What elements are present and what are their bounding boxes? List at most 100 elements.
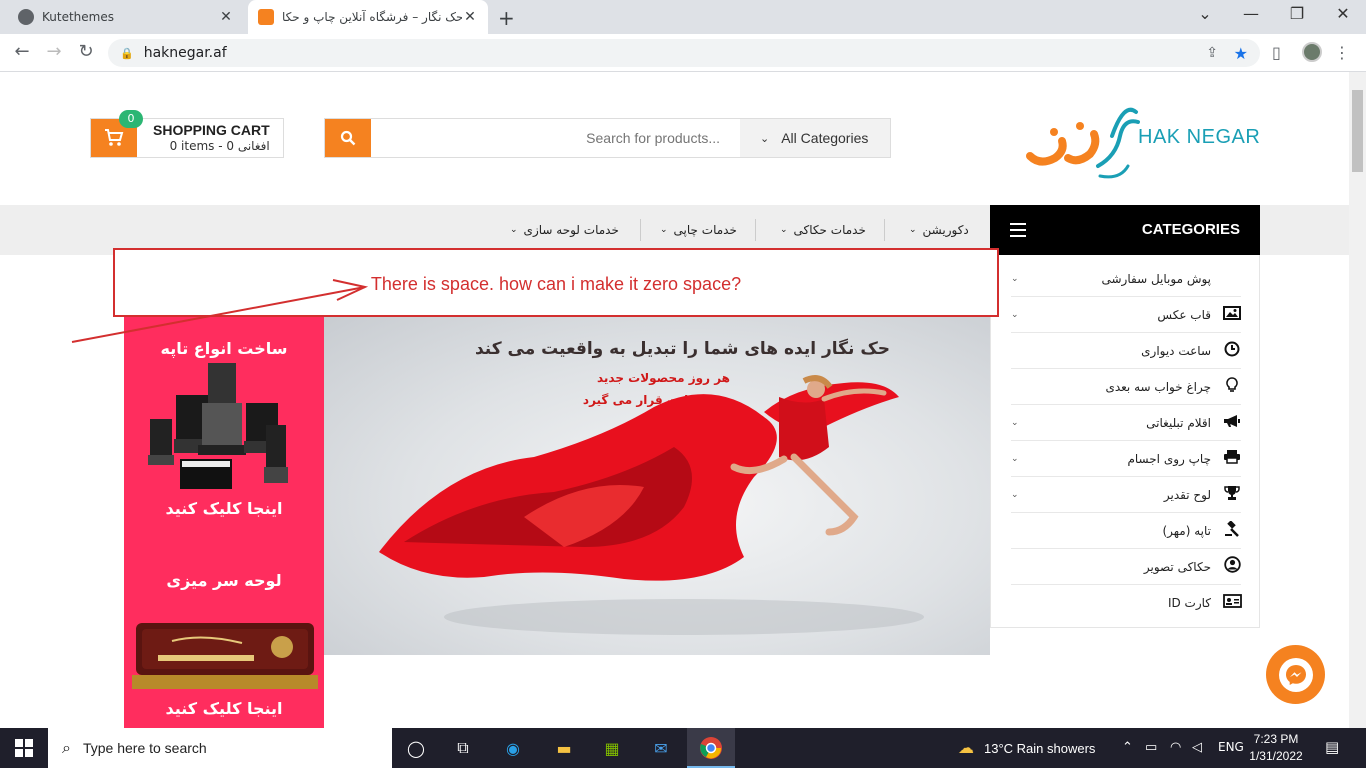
restore-button[interactable]: ❐ xyxy=(1274,4,1320,23)
taskbar-search-placeholder: Type here to search xyxy=(82,740,207,756)
clock-icon xyxy=(1223,341,1241,361)
banner-cta-2[interactable]: اینجا کلیک کنید xyxy=(124,699,324,718)
start-button[interactable] xyxy=(0,728,48,768)
tab-haknegar[interactable]: حک نگار – فرشگاه آنلاین چاپ و حکا ✕ xyxy=(248,0,488,34)
notification-icon[interactable]: ▤ xyxy=(1325,738,1339,756)
browser-tab-strip: Kutethemes ✕ حک نگار – فرشگاه آنلاین چاپ… xyxy=(0,0,1366,34)
store-icon[interactable]: ▦ xyxy=(599,736,625,760)
chevron-down-icon: ⌄ xyxy=(909,225,917,235)
cortana-icon[interactable]: ◯ xyxy=(403,736,429,760)
chevron-down-icon: ⌄ xyxy=(1011,453,1019,464)
category-label: چاپ روی اجسام xyxy=(1127,451,1211,466)
tab-title: حک نگار – فرشگاه آنلاین چاپ و حکا xyxy=(282,10,462,24)
banner-title-stamps: ساخت انواع تاپه xyxy=(160,339,288,358)
forward-button[interactable]: → xyxy=(42,41,66,62)
category-label: لوح تقدیر xyxy=(1163,487,1211,502)
category-item[interactable]: تاپه (مهر) xyxy=(1011,513,1241,549)
weather-widget[interactable]: ☁ 13°C Rain showers xyxy=(958,728,1095,768)
chevron-down-icon: ⌄ xyxy=(760,132,770,145)
categories-title: CATEGORIES xyxy=(1141,221,1240,238)
banner-title-plaque: لوحه سر میزی xyxy=(166,571,282,590)
wifi-icon[interactable]: ◠ xyxy=(1170,740,1181,755)
banner-cta-1[interactable]: اینجا کلیک کنید xyxy=(124,499,324,518)
chevron-down-icon[interactable]: ⌄ xyxy=(1182,4,1228,23)
search-input[interactable] xyxy=(371,119,740,157)
category-item[interactable]: ساعت دیواری xyxy=(1011,333,1241,369)
share-icon[interactable]: ⇪ xyxy=(1206,45,1218,61)
category-select[interactable]: ⌄ All Categories xyxy=(740,119,890,157)
hamburger-icon xyxy=(1010,223,1026,241)
logo-text: HAK NEGAR xyxy=(1138,126,1261,148)
categories-toggle[interactable]: CATEGORIES xyxy=(990,205,1260,255)
menu-divider xyxy=(755,219,756,241)
messenger-icon xyxy=(1278,657,1313,692)
category-label: اقلام تبلیغاتی xyxy=(1146,415,1211,430)
tab-title: Kutethemes xyxy=(42,10,114,24)
category-item[interactable]: چراغ خواب سه بعدی xyxy=(1011,369,1241,405)
language-indicator[interactable]: ENG xyxy=(1218,740,1244,754)
site-logo[interactable]: HAK NEGAR xyxy=(1020,96,1262,182)
mail-icon[interactable]: ✉ xyxy=(648,736,674,760)
hero-slider[interactable]: حک نگار ایده های شما را تبدیل به واقعیت … xyxy=(324,317,990,655)
messenger-chat-button[interactable] xyxy=(1266,645,1325,704)
chevron-up-icon[interactable]: ⌃ xyxy=(1122,740,1133,755)
side-panel-icon[interactable]: ▯ xyxy=(1272,43,1281,62)
printer-icon xyxy=(1223,449,1241,468)
category-item[interactable]: ⌄ پوش موبایل سفارشی xyxy=(1011,261,1241,297)
category-label: چراغ خواب سه بعدی xyxy=(1105,379,1211,394)
search-icon: ⌕ xyxy=(62,738,71,757)
close-icon[interactable]: ✕ xyxy=(218,9,234,25)
file-explorer-icon[interactable]: ▬ xyxy=(551,736,577,760)
back-button[interactable]: ← xyxy=(10,41,34,62)
category-label: حکاکی تصویر xyxy=(1143,559,1211,574)
search-button[interactable] xyxy=(325,119,371,157)
lock-icon: 🔒 xyxy=(120,46,134,60)
minimize-button[interactable]: — xyxy=(1228,4,1274,23)
network-battery-icon[interactable]: ▭ xyxy=(1145,740,1157,755)
cart-summary: 0 items - 0 افغانی xyxy=(169,139,270,153)
tab-kutethemes[interactable]: Kutethemes ✕ xyxy=(8,0,244,34)
chevron-down-icon: ⌄ xyxy=(1011,417,1019,428)
reload-button[interactable]: ↻ xyxy=(74,41,98,62)
menu-label: خدمات حکاکی xyxy=(793,223,866,237)
hero-dancer-image xyxy=(379,375,924,635)
edge-icon[interactable]: ◉ xyxy=(500,736,526,760)
gavel-icon xyxy=(1223,519,1241,541)
desk-plaque-image xyxy=(132,623,318,689)
user-circle-icon xyxy=(1223,556,1241,577)
category-item[interactable]: ⌄ قاب عکس xyxy=(1011,297,1241,333)
site-favicon-icon xyxy=(258,9,274,25)
chevron-down-icon: ⌄ xyxy=(510,225,518,235)
chrome-taskbar-button[interactable] xyxy=(687,728,735,768)
close-icon[interactable]: ✕ xyxy=(462,9,478,25)
category-item[interactable]: حکاکی تصویر xyxy=(1011,549,1241,585)
rain-cloud-icon: ☁ xyxy=(958,740,974,757)
globe-icon xyxy=(18,9,34,25)
search-icon xyxy=(340,130,356,146)
volume-icon[interactable]: ◁ xyxy=(1192,740,1202,755)
bookmark-star-icon[interactable]: ★ xyxy=(1234,44,1248,63)
taskbar-search[interactable]: ⌕ Type here to search xyxy=(48,728,392,768)
new-tab-button[interactable]: + xyxy=(498,6,515,30)
clock-date: 1/31/2022 xyxy=(1249,749,1303,763)
side-promo-banner[interactable]: ساخت انواع تاپه اینجا کلیک کنید لوحه سر … xyxy=(124,317,324,728)
window-close-button[interactable]: ✕ xyxy=(1320,4,1366,23)
category-item[interactable]: ⌄ لوح تقدیر xyxy=(1011,477,1241,513)
page-scrollbar[interactable] xyxy=(1349,72,1366,728)
omnibox[interactable]: 🔒 haknegar.af ⇪ ★ xyxy=(108,39,1260,67)
category-item[interactable]: ⌄ چاپ روی اجسام xyxy=(1011,441,1241,477)
system-clock[interactable]: 7:23 PM 1/31/2022 xyxy=(1245,731,1307,765)
annotation-text: There is space. how can i make it zero s… xyxy=(370,274,742,294)
trophy-icon xyxy=(1223,485,1241,505)
categories-menu: ⌄ پوش موبایل سفارشی ⌄ قاب عکس ساعت دیوار… xyxy=(990,255,1260,628)
menu-dots-icon[interactable]: ⋮ xyxy=(1334,43,1350,62)
shopping-cart-widget[interactable]: 0 SHOPPING CART 0 items - 0 افغانی xyxy=(90,110,284,158)
chrome-icon xyxy=(700,737,722,759)
scrollbar-thumb[interactable] xyxy=(1352,90,1363,172)
profile-avatar[interactable] xyxy=(1302,42,1322,62)
url-text: haknegar.af xyxy=(143,45,227,61)
menu-label: دکوریشن xyxy=(922,223,969,237)
category-item[interactable]: ID کارت xyxy=(1011,585,1242,621)
category-item[interactable]: ⌄ اقلام تبلیغاتی xyxy=(1011,405,1241,441)
task-view-icon[interactable]: ⧉ xyxy=(450,736,476,760)
